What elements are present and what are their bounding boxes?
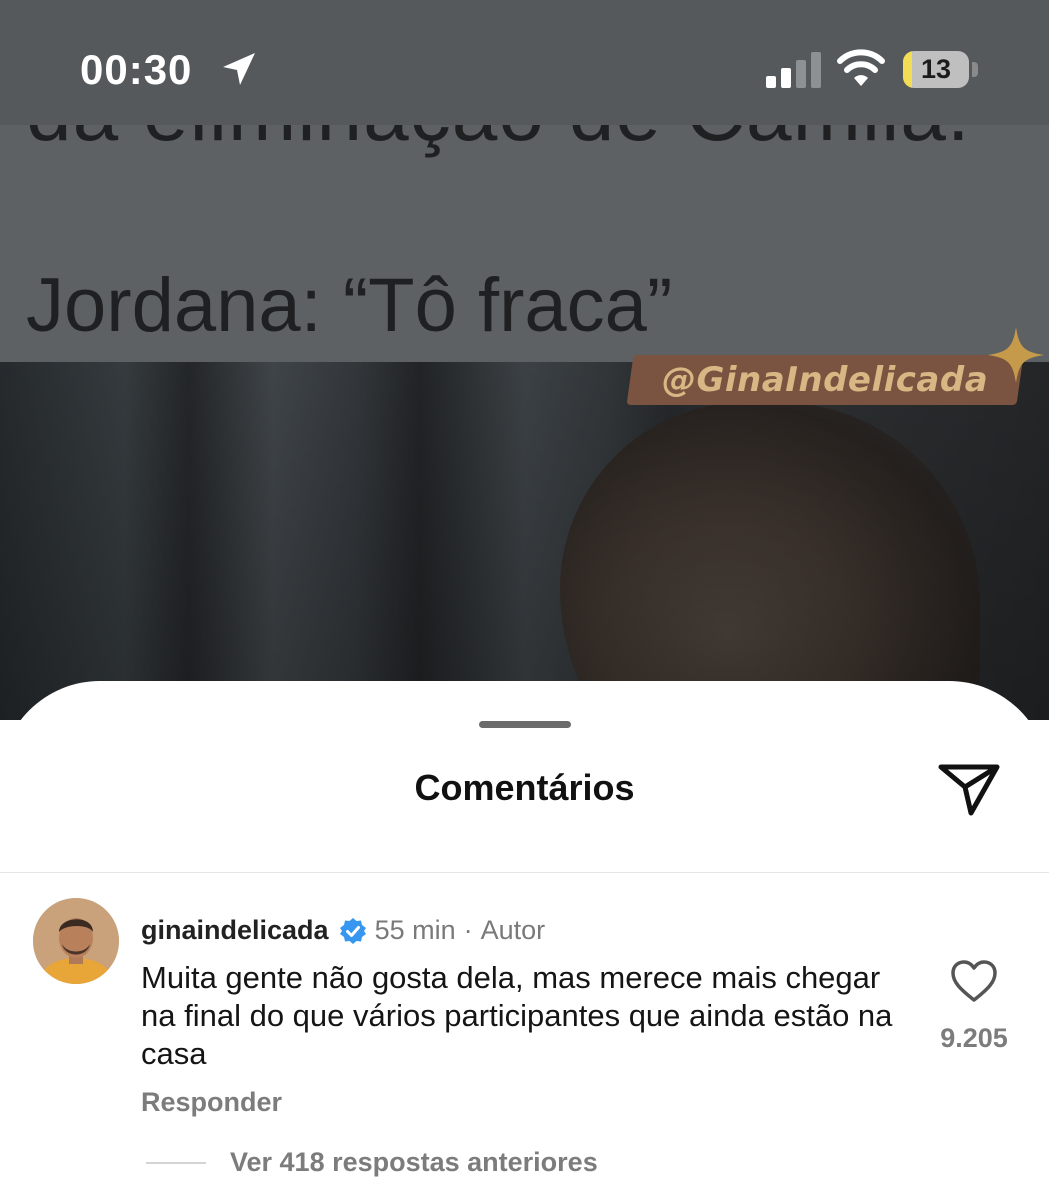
avatar-image bbox=[33, 898, 119, 984]
sheet-drag-handle[interactable] bbox=[479, 721, 571, 728]
reply-button[interactable]: Responder bbox=[141, 1087, 282, 1118]
comments-sheet: Comentários ginaindelicada 55 min · Auto… bbox=[0, 681, 1049, 1200]
sparkle-icon bbox=[988, 327, 1044, 383]
like-count: 9.205 bbox=[940, 1023, 1008, 1053]
comment-time: 55 min bbox=[374, 915, 456, 945]
sheet-divider bbox=[0, 872, 1049, 873]
view-replies-link[interactable]: Ver 418 respostas anteriores bbox=[230, 1147, 598, 1178]
sheet-title: Comentários bbox=[414, 767, 635, 808]
verified-badge-icon bbox=[339, 917, 366, 944]
author-label: Autor bbox=[480, 915, 546, 945]
comment-meta: ginaindelicada 55 min · Autor bbox=[141, 915, 545, 946]
battery-icon: 13 bbox=[903, 51, 969, 88]
comment-item: ginaindelicada 55 min · Autor Muita gent… bbox=[0, 891, 1049, 1191]
wifi-icon bbox=[837, 49, 885, 86]
thread-line bbox=[146, 1162, 206, 1164]
avatar[interactable] bbox=[33, 898, 119, 984]
comment-text: Muita gente não gosta dela, mas merece m… bbox=[141, 960, 893, 1071]
location-arrow-icon bbox=[223, 53, 255, 85]
cellular-signal-icon bbox=[766, 52, 821, 88]
watermark-text: @GinaIndelicada bbox=[661, 360, 989, 400]
post-photo bbox=[0, 362, 1049, 720]
heart-icon[interactable] bbox=[950, 959, 998, 1003]
watermark-badge: @GinaIndelicada bbox=[626, 355, 1024, 405]
battery-level: 13 bbox=[920, 54, 952, 84]
battery-tip bbox=[972, 62, 978, 77]
send-icon[interactable] bbox=[936, 759, 1002, 819]
status-time: 00:30 bbox=[80, 46, 193, 93]
status-bar: 00:30 13 bbox=[0, 0, 1049, 125]
comment-username[interactable]: ginaindelicada bbox=[141, 915, 329, 946]
meta-separator: · bbox=[463, 915, 473, 945]
post-quote-text: Jordana: “Tô fraca” bbox=[26, 263, 673, 348]
